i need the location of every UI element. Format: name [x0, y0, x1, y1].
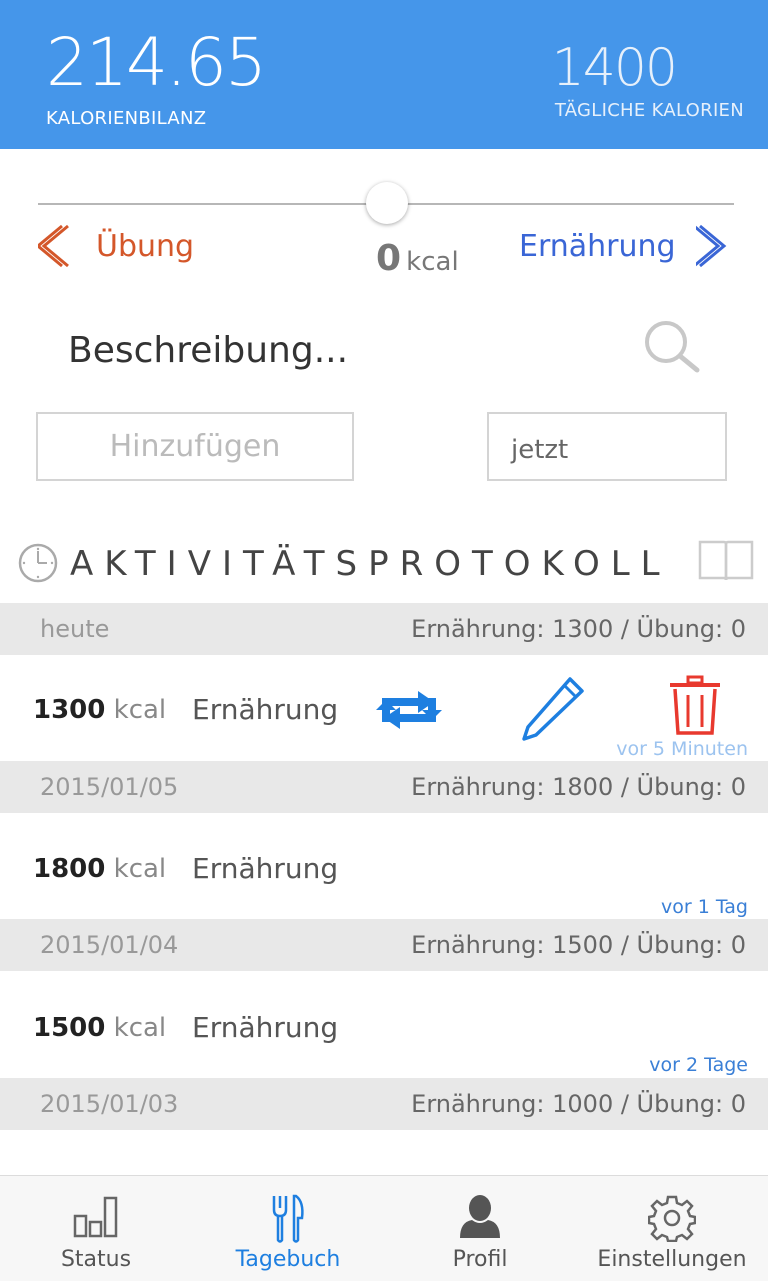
tab-label: Status	[60, 1247, 132, 1272]
balance-label: KALORIENBILANZ	[46, 108, 207, 129]
entry-kcal-unit: kcal	[113, 1013, 167, 1043]
list-item[interactable]: 1500 kcal Ernährung vor 2 Tage	[0, 971, 768, 1076]
calorie-slider-thumb[interactable]	[366, 182, 408, 224]
date-header: 2015/01/03 Ernährung: 1000 / Übung: 0	[0, 1078, 768, 1130]
slider-value: 0 kcal	[376, 238, 459, 279]
person-icon	[458, 1194, 502, 1242]
list-item[interactable]: 1300 kcal Ernährung vor 5 Minuten	[0, 655, 768, 760]
chevron-right-icon[interactable]	[693, 224, 730, 272]
fork-knife-icon	[270, 1194, 306, 1248]
date-summary: Ernährung: 1300 / Übung: 0	[411, 615, 746, 643]
date-header: 2015/01/04 Ernährung: 1500 / Übung: 0	[0, 919, 768, 971]
balance-value: 214.65	[46, 24, 267, 101]
date-label: 2015/01/05	[40, 773, 179, 801]
entry-timestamp: vor 5 Minuten	[616, 738, 748, 760]
entry-type: Ernährung	[192, 693, 339, 726]
delete-trash-icon[interactable]	[668, 675, 722, 741]
entry-type: Ernährung	[192, 852, 339, 885]
date-label: 2015/01/03	[40, 1090, 179, 1118]
daily-calories-label: TÄGLICHE KALORIEN	[554, 100, 744, 121]
entry-kcal-value: 1300	[33, 695, 106, 725]
date-label: heute	[40, 615, 110, 643]
tab-label: Einstellungen	[597, 1247, 747, 1272]
activity-log-title: AKTIVITÄTSPROTOKOLL	[70, 544, 671, 584]
entry-kcal: 1500 kcal	[33, 1013, 166, 1043]
clock-icon	[17, 542, 59, 588]
list-item[interactable]: 1800 kcal Ernährung vor 1 Tag	[0, 813, 768, 918]
description-input[interactable]: Beschreibung...	[68, 330, 348, 371]
exercise-label[interactable]: Übung	[96, 229, 194, 264]
tab-label: Tagebuch	[235, 1247, 341, 1272]
nutrition-label[interactable]: Ernährung	[519, 229, 676, 264]
date-header: 2015/01/05 Ernährung: 1800 / Übung: 0	[0, 761, 768, 813]
date-summary: Ernährung: 1500 / Übung: 0	[411, 931, 746, 959]
tab-status[interactable]: Status	[0, 1176, 192, 1281]
date-label: 2015/01/04	[40, 931, 179, 959]
tab-tagebuch[interactable]: Tagebuch	[192, 1176, 384, 1281]
entry-kcal: 1300 kcal	[33, 695, 166, 725]
entry-timestamp: vor 1 Tag	[660, 896, 748, 918]
entry-timestamp: vor 2 Tage	[649, 1054, 748, 1076]
entry-kcal-value: 1500	[33, 1013, 106, 1043]
header-bar: 214.65 KALORIENBILANZ 1400 TÄGLICHE KALO…	[0, 0, 768, 149]
bar-chart-icon	[73, 1194, 119, 1242]
entry-type: Ernährung	[192, 1011, 339, 1044]
edit-pencil-icon[interactable]	[520, 675, 586, 747]
book-icon[interactable]	[698, 540, 754, 586]
bottom-nav: Status Tagebuch Profil Einstellungen	[0, 1175, 768, 1281]
chevron-left-icon[interactable]	[35, 224, 72, 272]
slider-kcal-value: 0	[376, 238, 402, 279]
tab-profil[interactable]: Profil	[384, 1176, 576, 1281]
time-field[interactable]: jetzt	[487, 412, 727, 481]
entry-kcal-unit: kcal	[113, 854, 167, 884]
entry-kcal-value: 1800	[33, 854, 106, 884]
gear-icon	[647, 1194, 697, 1246]
entry-kcal-unit: kcal	[113, 695, 167, 725]
slider-kcal-unit: kcal	[406, 247, 459, 277]
date-summary: Ernährung: 1000 / Übung: 0	[411, 1090, 746, 1118]
tab-label: Profil	[452, 1247, 508, 1272]
tab-einstellungen[interactable]: Einstellungen	[576, 1176, 768, 1281]
add-button[interactable]: Hinzufügen	[36, 412, 354, 481]
repeat-icon[interactable]	[376, 688, 442, 736]
daily-calories-value: 1400	[551, 38, 678, 98]
entry-kcal: 1800 kcal	[33, 854, 166, 884]
search-icon[interactable]	[642, 318, 702, 378]
date-summary: Ernährung: 1800 / Übung: 0	[411, 773, 746, 801]
date-header: heute Ernährung: 1300 / Übung: 0	[0, 603, 768, 655]
